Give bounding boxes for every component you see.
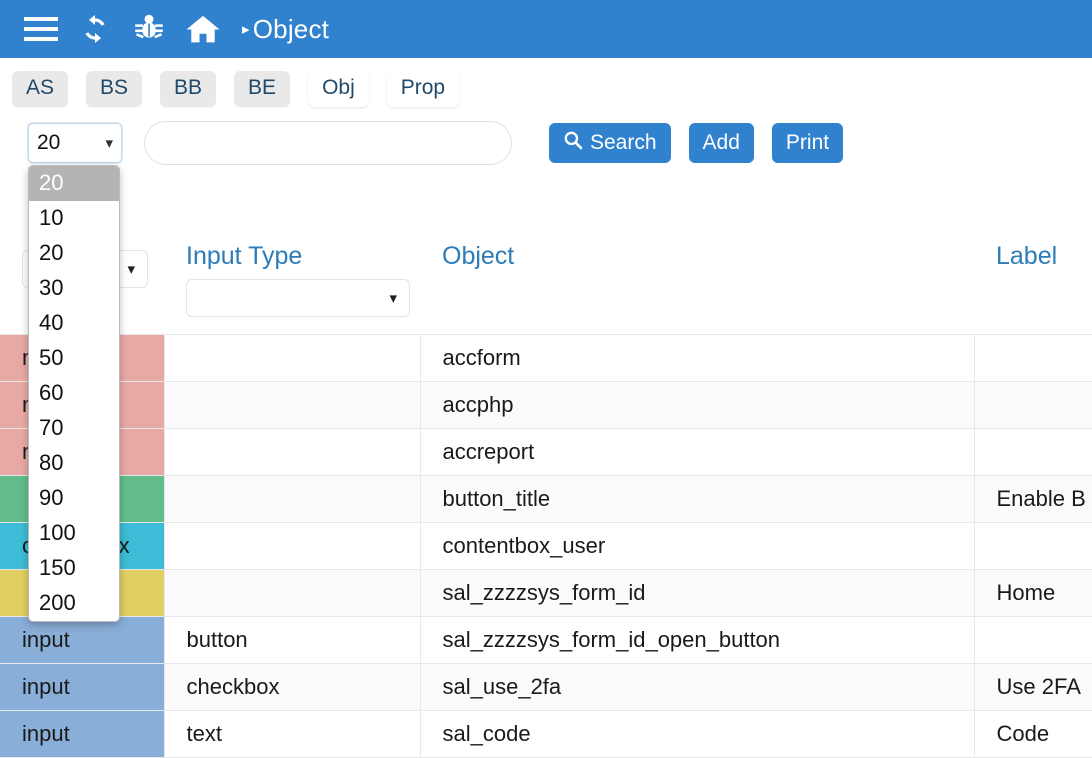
table-row[interactable]: sal_zzzzsys_form_id Home: [0, 568, 1092, 617]
cell-object: button_title: [420, 474, 975, 523]
results-table: ▾ Input Type ▾ Object Label ma: [0, 236, 1092, 758]
tab-strip: AS BS BB BE Obj Prop: [0, 58, 1092, 108]
table-row[interactable]: main accform: [0, 333, 1092, 382]
page-size-option-40[interactable]: 40: [29, 306, 119, 341]
column-header-input-type: Input Type ▾: [164, 236, 420, 334]
tab-prop[interactable]: Prop: [386, 71, 460, 107]
page-size-option-list[interactable]: 20 10 20 30 40 50 60 70 80 90 100 150 20…: [28, 165, 120, 622]
column-header-label: Label: [974, 236, 1092, 334]
table-body: main accform main accphp main accreport: [0, 333, 1092, 758]
tab-bs[interactable]: BS: [86, 71, 143, 107]
search-toolbar: 20 ▾ 20 10 20 30 40 50 60 70 80 90 100 1…: [0, 108, 1092, 622]
page-size-option-200[interactable]: 200: [29, 586, 119, 621]
search-button-label: Search: [590, 131, 657, 154]
table-row[interactable]: input button sal_zzzzsys_form_id_open_bu…: [0, 615, 1092, 664]
cell-input-type: [164, 333, 421, 382]
refresh-icon[interactable]: [68, 8, 122, 50]
tab-obj[interactable]: Obj: [308, 71, 369, 107]
bug-icon[interactable]: [122, 8, 176, 50]
magnifier-icon: [563, 130, 583, 156]
column-header-object-label: Object: [442, 242, 515, 270]
page-size-option-80[interactable]: 80: [29, 446, 119, 481]
cell-object: contentbox_user: [420, 521, 975, 570]
cell-input-type: text: [164, 709, 421, 758]
cell-input-type: [164, 427, 421, 476]
breadcrumb-caret-icon: ▸: [242, 21, 250, 38]
search-button[interactable]: Search: [549, 123, 671, 163]
page-size-option-60[interactable]: 60: [29, 376, 119, 411]
cell-object: accform: [420, 333, 975, 382]
cell-input-type: checkbox: [164, 662, 421, 711]
page-size-select-wrapper: 20 ▾ 20 10 20 30 40 50 60 70 80 90 100 1…: [27, 122, 123, 622]
page-size-option-150[interactable]: 150: [29, 551, 119, 586]
table-row[interactable]: contentbox contentbox_user: [0, 521, 1092, 570]
search-input[interactable]: [144, 121, 512, 165]
table-header-row: ▾ Input Type ▾ Object Label: [0, 236, 1092, 334]
cell-label: Use 2FA: [974, 662, 1092, 711]
table-row[interactable]: main accphp: [0, 380, 1092, 429]
cell-label: [974, 521, 1092, 570]
table-row[interactable]: input text sal_code Code: [0, 709, 1092, 758]
cell-object: sal_code: [420, 709, 975, 758]
cell-label: [974, 615, 1092, 664]
chevron-down-icon: ▾: [105, 135, 113, 152]
cell-label: Home: [974, 568, 1092, 617]
page-size-option-30[interactable]: 30: [29, 271, 119, 306]
page-size-option-20[interactable]: 20: [29, 236, 119, 271]
cell-tag: input: [0, 662, 165, 711]
cell-label: Code: [974, 709, 1092, 758]
home-icon[interactable]: [176, 8, 230, 50]
column-header-input-type-label: Input Type: [186, 242, 303, 270]
cell-label: [974, 333, 1092, 382]
tab-bb[interactable]: BB: [160, 71, 217, 107]
cell-tag: input: [0, 615, 165, 664]
page-size-option-50[interactable]: 50: [29, 341, 119, 376]
cell-label: Enable B: [974, 474, 1092, 523]
column-filter-input-type[interactable]: ▾: [186, 279, 410, 317]
tab-be[interactable]: BE: [234, 71, 291, 107]
cell-object: accreport: [420, 427, 975, 476]
tab-as[interactable]: AS: [12, 71, 69, 107]
page-size-option-10[interactable]: 10: [29, 201, 119, 236]
cell-input-type: [164, 568, 421, 617]
table-row[interactable]: button_title Enable B: [0, 474, 1092, 523]
column-header-label-label: Label: [996, 242, 1058, 270]
table-row[interactable]: input checkbox sal_use_2fa Use 2FA: [0, 662, 1092, 711]
page-size-option-100[interactable]: 100: [29, 516, 119, 551]
cell-input-type: button: [164, 615, 421, 664]
page-size-option-70[interactable]: 70: [29, 411, 119, 446]
cell-label: [974, 380, 1092, 429]
top-navbar: ▸ Object: [0, 0, 1092, 58]
page-size-value: 20: [37, 131, 61, 154]
cell-input-type: [164, 380, 421, 429]
table-row[interactable]: main accreport: [0, 427, 1092, 476]
cell-object: sal_zzzzsys_form_id: [420, 568, 975, 617]
page-size-select[interactable]: 20 ▾: [27, 122, 123, 164]
column-header-object: Object: [420, 236, 974, 334]
page-title: Object: [252, 13, 330, 44]
cell-label: [974, 427, 1092, 476]
results-table-container: ▾ Input Type ▾ Object Label ma: [0, 236, 1092, 758]
cell-input-type: [164, 521, 421, 570]
cell-tag: input: [0, 709, 165, 758]
table-head: ▾ Input Type ▾ Object Label: [0, 236, 1092, 334]
chevron-down-icon: ▾: [127, 261, 135, 278]
cell-object: sal_zzzzsys_form_id_open_button: [420, 615, 975, 664]
chevron-down-icon: ▾: [389, 290, 397, 307]
cell-object: accphp: [420, 380, 975, 429]
breadcrumb: ▸ Object: [242, 14, 329, 45]
cell-object: sal_use_2fa: [420, 662, 975, 711]
hamburger-menu-icon[interactable]: [14, 8, 68, 50]
print-button[interactable]: Print: [771, 123, 844, 163]
add-button[interactable]: Add: [688, 123, 754, 163]
page-size-option-90[interactable]: 90: [29, 481, 119, 516]
cell-input-type: [164, 474, 421, 523]
page-size-option-highlighted[interactable]: 20: [29, 166, 119, 201]
